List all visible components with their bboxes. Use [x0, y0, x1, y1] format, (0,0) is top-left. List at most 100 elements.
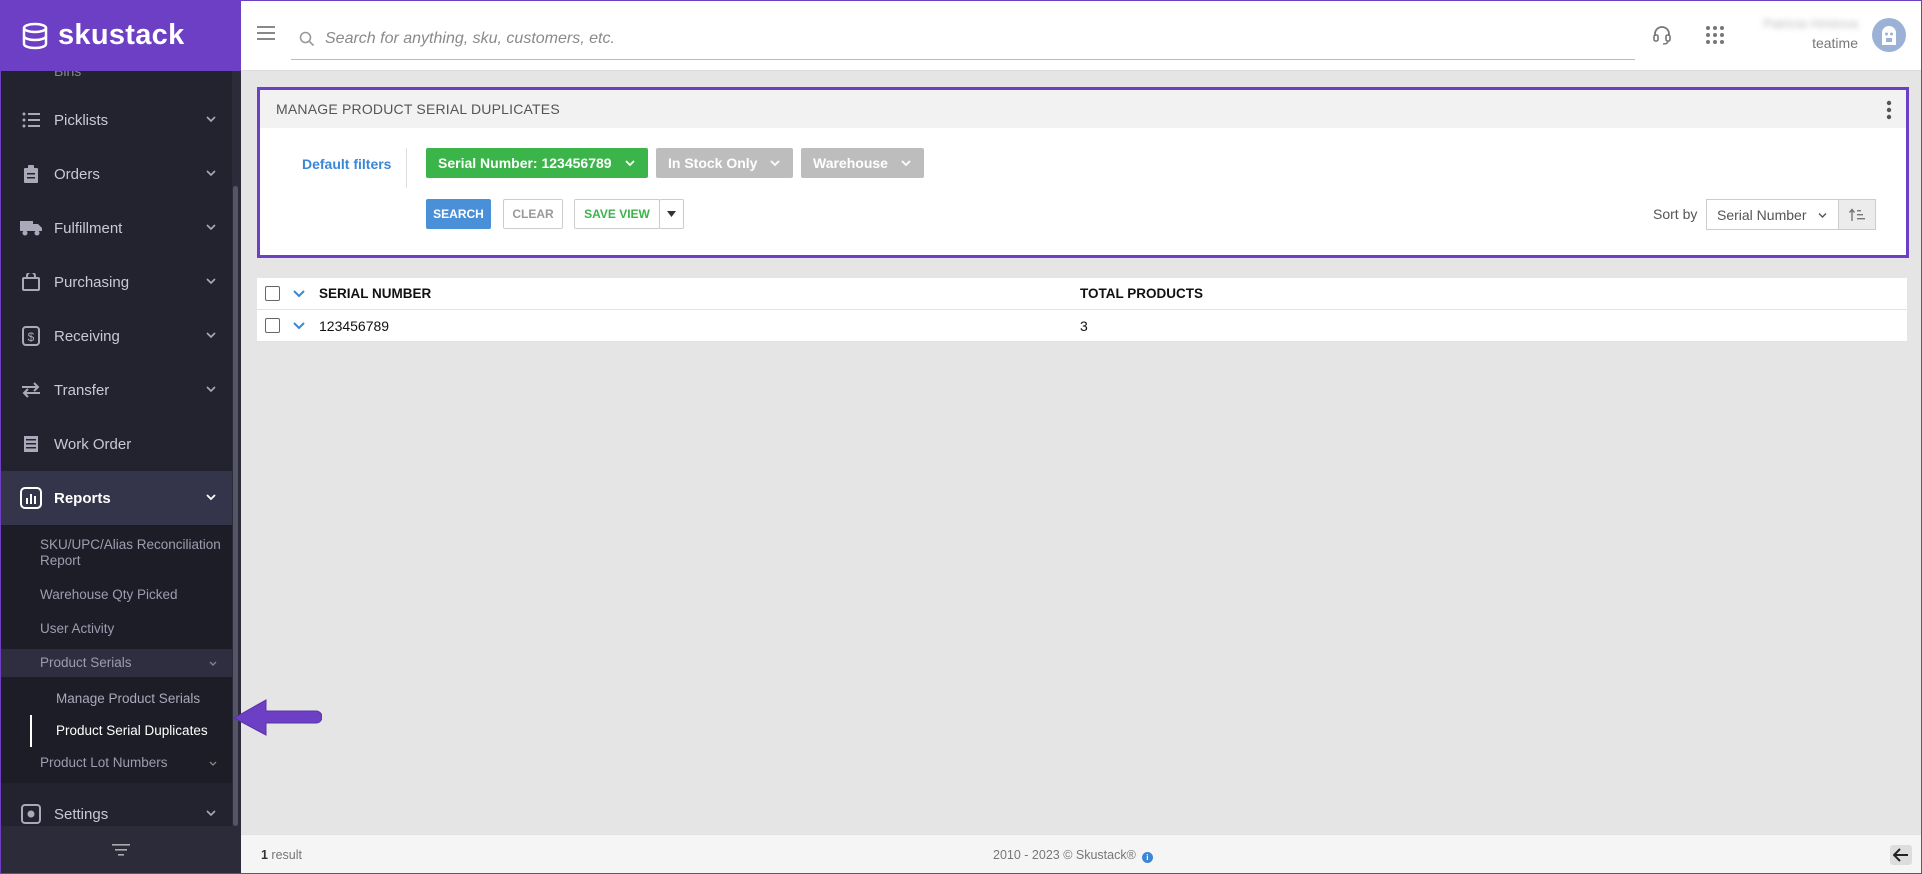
- sidebar-item-receiving[interactable]: $ Receiving: [0, 309, 232, 363]
- logo-bar[interactable]: skustack: [0, 0, 241, 71]
- expand-all-icon[interactable]: [293, 289, 305, 299]
- sort-by-value: Serial Number: [1717, 206, 1807, 223]
- table-row[interactable]: 123456789 3: [257, 310, 1907, 342]
- submenu-item-warehouse-qty-picked[interactable]: Warehouse Qty Picked: [0, 581, 232, 609]
- select-all-checkbox[interactable]: [265, 286, 280, 301]
- column-header-total-products[interactable]: TOTAL PRODUCTS: [1080, 286, 1203, 301]
- sort-by-select[interactable]: Serial Number: [1706, 199, 1839, 230]
- transfer-icon: [20, 379, 42, 401]
- chevron-down-icon: [901, 160, 911, 167]
- sort-by-label: Sort by: [1653, 206, 1698, 222]
- sidebar-nav: Bins Picklists Orders Fulfillment Purcha…: [0, 71, 232, 826]
- chevron-down-icon: [206, 116, 216, 123]
- cell-serial-number: 123456789: [319, 317, 390, 334]
- sidebar-item-transfer[interactable]: Transfer: [0, 363, 232, 417]
- list-icon: [20, 109, 42, 131]
- dollar-icon: $: [20, 325, 42, 347]
- result-count-number: 1: [261, 848, 268, 862]
- chevron-down-icon: [206, 224, 216, 231]
- collapse-panel-button[interactable]: [1890, 845, 1912, 865]
- save-view-button[interactable]: SAVE VIEW: [574, 199, 660, 229]
- sidebar-item-label: Fulfillment: [54, 219, 123, 237]
- avatar[interactable]: [1872, 18, 1906, 52]
- chevron-down-icon: [206, 386, 216, 393]
- sidebar-item-bins-partial[interactable]: Bins: [0, 71, 232, 93]
- chevron-down-icon: [206, 170, 216, 177]
- global-search: [291, 18, 1635, 60]
- apps-grid-icon[interactable]: [1704, 24, 1726, 46]
- result-count-suffix: result: [267, 848, 302, 862]
- clipboard-icon: [20, 163, 42, 185]
- sidebar-item-picklists[interactable]: Picklists: [0, 93, 232, 147]
- annotation-arrow-icon: [232, 699, 322, 736]
- logo-text: skustack: [58, 19, 185, 51]
- caret-down-icon: [667, 211, 676, 217]
- bag-icon: [20, 271, 42, 293]
- filter-chip-label: Warehouse: [813, 155, 888, 171]
- chevron-down-icon: [206, 278, 216, 285]
- chevron-down-icon: [206, 332, 216, 339]
- submenu-item-user-activity[interactable]: User Activity: [0, 615, 232, 643]
- sidebar-item-label: Receiving: [54, 327, 120, 345]
- sidebar-item-label: Settings: [54, 805, 109, 823]
- chart-icon: [20, 487, 42, 509]
- user-info[interactable]: Patricia Hristova teatime: [1763, 16, 1858, 51]
- filter-panel: MANAGE PRODUCT SERIAL DUPLICATES Default…: [257, 87, 1909, 258]
- chevron-down-icon: [209, 761, 217, 766]
- filter-chip-in-stock-only[interactable]: In Stock Only: [656, 148, 794, 178]
- expand-row-icon[interactable]: [293, 321, 305, 331]
- submenu-group-product-lot-numbers[interactable]: Product Lot Numbers: [0, 749, 232, 777]
- chevron-down-icon: [209, 661, 217, 666]
- more-options-icon[interactable]: [1886, 100, 1892, 120]
- sidebar-item-purchasing[interactable]: Purchasing: [0, 255, 232, 309]
- copyright-text: 2010 - 2023 © Skustack®: [993, 848, 1136, 862]
- user-org: teatime: [1812, 35, 1858, 51]
- sidebar-item-label: Transfer: [54, 381, 110, 399]
- sort-direction-button[interactable]: [1838, 199, 1876, 230]
- sidebar-item-label: Picklists: [54, 111, 109, 129]
- sidebar-footer: [0, 826, 241, 874]
- column-header-serial-number[interactable]: SERIAL NUMBER: [319, 286, 431, 301]
- row-checkbox[interactable]: [265, 318, 280, 333]
- top-bar: Patricia Hristova teatime: [241, 0, 1922, 71]
- sidebar-item-label: Reports: [54, 489, 111, 507]
- chevron-down-icon: [770, 160, 781, 167]
- sidebar-item-settings[interactable]: Settings: [0, 787, 232, 826]
- hamburger-menu-icon[interactable]: [257, 26, 275, 40]
- submenu-item-product-serial-duplicates[interactable]: Product Serial Duplicates: [30, 715, 232, 747]
- submenu-item-manage-product-serials[interactable]: Manage Product Serials: [0, 683, 232, 715]
- results-table: SERIAL NUMBER TOTAL PRODUCTS 123456789 3: [257, 278, 1907, 342]
- clear-button[interactable]: CLEAR: [503, 199, 563, 229]
- svg-text:$: $: [28, 330, 35, 344]
- submenu-group-product-serials[interactable]: Product Serials: [0, 649, 232, 677]
- sidebar-item-label: Purchasing: [54, 273, 130, 291]
- skustack-logo-icon: [22, 22, 48, 49]
- arrow-left-icon: [1893, 848, 1908, 862]
- filter-chip-label: Serial Number: 123456789: [438, 155, 612, 171]
- sidebar-item-orders[interactable]: Orders: [0, 147, 232, 201]
- default-filters-link[interactable]: Default filters: [302, 156, 391, 172]
- sidebar-item-label: Orders: [54, 165, 100, 183]
- sidebar-item-label: Work Order: [54, 435, 132, 453]
- info-icon[interactable]: i: [1141, 852, 1153, 863]
- table-header-row: SERIAL NUMBER TOTAL PRODUCTS: [257, 278, 1907, 310]
- filter-chip-serial-number[interactable]: Serial Number: 123456789: [426, 148, 648, 178]
- copyright: 2010 - 2023 © Skustack® i: [993, 848, 1153, 863]
- sidebar-item-reports[interactable]: Reports: [0, 471, 232, 525]
- search-button[interactable]: SEARCH: [426, 199, 491, 229]
- panel-title: MANAGE PRODUCT SERIAL DUPLICATES: [260, 90, 1906, 128]
- filter-chip-label: In Stock Only: [668, 155, 758, 171]
- chevron-down-icon: [624, 160, 635, 167]
- search-input[interactable]: [325, 29, 1325, 48]
- divider: [406, 148, 407, 188]
- sidebar-item-work-order[interactable]: Work Order: [0, 417, 232, 471]
- sidebar-item-fulfillment[interactable]: Fulfillment: [0, 201, 232, 255]
- table-icon: [20, 433, 42, 455]
- submenu-group-label: Product Lot Numbers: [40, 755, 168, 770]
- headset-icon[interactable]: [1651, 24, 1673, 46]
- sort-lines-icon[interactable]: [111, 843, 131, 857]
- submenu-item-sku-reconciliation[interactable]: SKU/UPC/Alias Reconciliation Report: [0, 531, 232, 575]
- filter-chip-warehouse[interactable]: Warehouse: [801, 148, 924, 178]
- save-view-dropdown[interactable]: [659, 199, 684, 229]
- truck-icon: [20, 217, 42, 239]
